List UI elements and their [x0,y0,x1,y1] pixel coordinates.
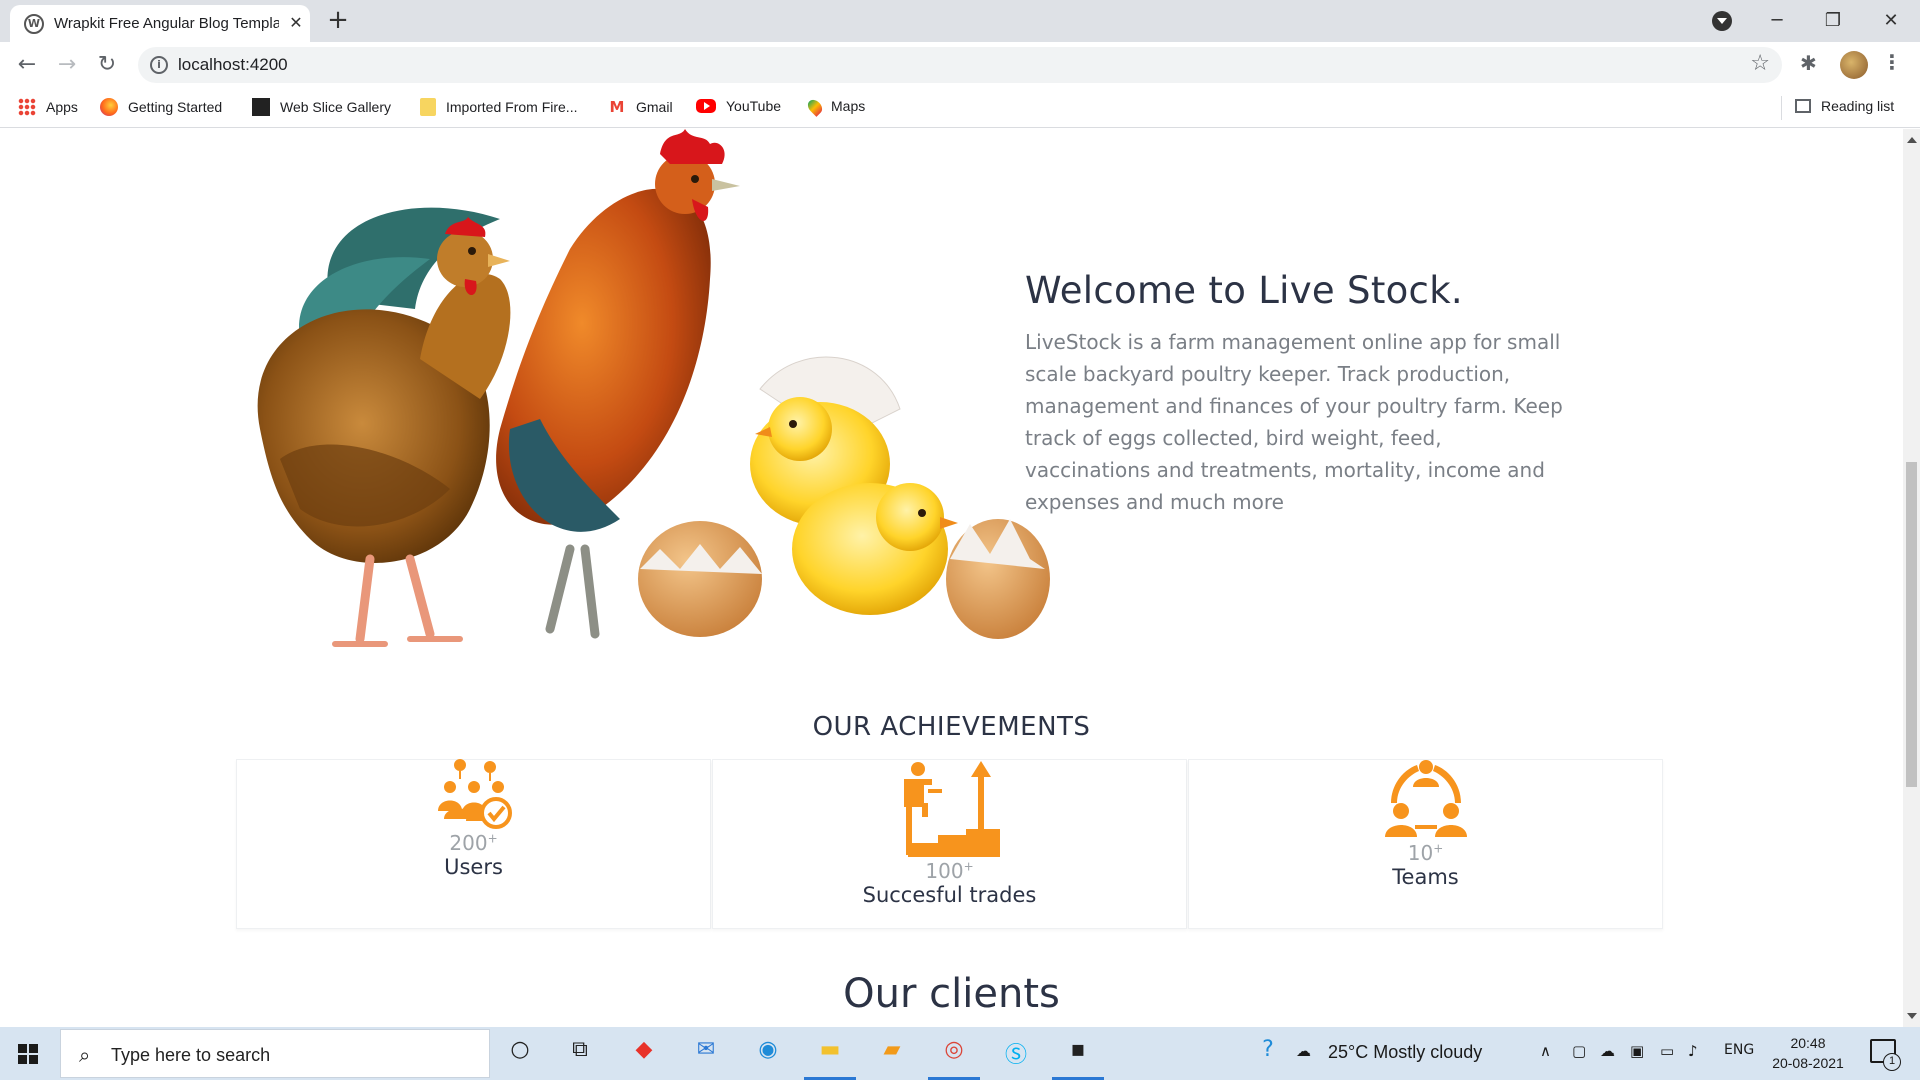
terminal-icon[interactable]: ▪ [1062,1037,1094,1069]
help-icon[interactable]: ? [1252,1037,1284,1069]
app-red-diamond-icon[interactable]: ◆ [628,1037,660,1069]
bookmarks-bar: Apps Getting Started Web Slice Gallery I… [0,88,1920,128]
skype-icon[interactable]: Ⓢ [1000,1037,1032,1069]
clients-heading: Our clients [843,971,1060,1017]
achievement-card-teams: 10+ Teams [1188,759,1663,929]
network-icon[interactable]: ▣ [1630,1042,1644,1060]
onedrive-icon[interactable]: ☁ [1600,1042,1615,1060]
bookmarks-divider [1781,96,1782,120]
taskbar-search-box[interactable]: ⌕ Type here to search [60,1029,490,1078]
page-viewport: Welcome to Live Stock. LiveStock is a fa… [0,129,1903,1027]
hero-description: LiveStock is a farm management online ap… [1025,330,1563,514]
mail-icon[interactable]: ✉ [690,1037,722,1069]
chrome-icon[interactable]: ◎ [938,1037,970,1069]
clock-date: 20-08-2021 [1772,1055,1844,1071]
tray-chevron-icon[interactable]: ∧ [1540,1042,1551,1060]
bookmark-getting-started[interactable]: Getting Started [100,98,222,120]
users-count: 200+ [449,831,498,855]
battery-icon[interactable]: ▭ [1660,1042,1674,1060]
teams-count: 10+ [1407,841,1444,865]
cortana-icon[interactable]: ○ [504,1037,536,1069]
youtube-icon [696,99,716,113]
sublime-text-icon[interactable]: ▰ [876,1037,908,1069]
notification-count: 1 [1883,1053,1901,1071]
edge-icon[interactable]: ◉ [752,1037,784,1069]
steps-growth-icon [903,761,1000,857]
scroll-up-arrow-icon[interactable] [1907,137,1917,143]
close-tab-icon[interactable]: ✕ [286,13,306,33]
new-tab-button[interactable]: + [325,7,351,34]
volume-icon[interactable]: ♪ [1688,1042,1698,1060]
teams-label: Teams [1392,865,1459,889]
folder-icon [420,98,436,116]
profile-avatar[interactable] [1840,51,1868,79]
extensions-puzzle-icon[interactable]: ✱ [1800,51,1817,75]
achievement-card-users: 200+ Users [236,759,711,929]
browser-toolbar: ← → ↻ i localhost:4200 ☆ ✱ ⋮ [0,42,1920,88]
language-indicator[interactable]: ENG [1724,1042,1754,1058]
apps-grid-icon [18,98,36,116]
trades-label: Succesful trades [862,883,1037,907]
forward-button[interactable]: → [52,50,82,80]
browser-menu-icon[interactable]: ⋮ [1882,50,1902,74]
bookmark-gmail[interactable]: M Gmail [608,98,673,120]
weather-text[interactable]: 25°C Mostly cloudy [1328,1042,1482,1063]
hero-title: Welcome to Live Stock. [1025,269,1463,312]
bookmark-imported[interactable]: Imported From Fire... [420,98,577,120]
achievements-row: 200+ Users 100+ Succesful trades 10+ Tea… [236,759,1663,929]
reading-list-icon [1795,99,1811,113]
address-bar[interactable]: i localhost:4200 ☆ [138,47,1782,83]
bookmark-star-icon[interactable]: ☆ [1750,51,1770,76]
users-check-icon [437,759,512,829]
scroll-down-arrow-icon[interactable] [1907,1013,1917,1019]
restore-button[interactable]: ❐ [1818,6,1848,36]
search-placeholder: Type here to search [111,1045,271,1065]
search-icon: ⌕ [79,1043,91,1067]
hero-text-block: Welcome to Live Stock. LiveStock is a fa… [1025,269,1565,518]
bookmark-apps[interactable]: Apps [18,98,78,120]
tab-title: Wrapkit Free Angular Blog Template [54,15,279,32]
gmail-icon: M [609,98,625,116]
close-window-button[interactable]: ✕ [1876,6,1906,36]
achievements-heading: OUR ACHIEVEMENTS [812,712,1091,742]
clock-time: 20:48 [1790,1035,1826,1051]
back-button[interactable]: ← [12,50,42,80]
reading-list-button[interactable]: Reading list [1795,98,1894,114]
minimize-button[interactable]: ─ [1762,6,1792,36]
team-meeting-icon [1384,760,1467,837]
achievement-card-trades: 100+ Succesful trades [712,759,1187,929]
system-clock[interactable]: 20:48 20-08-2021 [1766,1033,1850,1073]
tab-strip: W Wrapkit Free Angular Blog Template ✕ +… [0,0,1920,42]
windows-start-icon[interactable] [18,1044,38,1064]
firefox-icon [100,98,118,116]
wordpress-favicon-icon: W [24,14,44,34]
tray-device-icon[interactable]: ▢ [1572,1042,1586,1060]
reload-button[interactable]: ↻ [92,50,122,80]
users-label: Users [444,855,503,879]
weather-cloud-icon: ☁ [1296,1042,1311,1060]
tab-search-icon[interactable] [1712,11,1732,31]
file-explorer-icon[interactable]: ▬ [814,1037,846,1069]
browser-tab[interactable]: W Wrapkit Free Angular Blog Template ✕ [10,5,310,42]
web-slice-icon [252,98,270,116]
bookmark-web-slice-gallery[interactable]: Web Slice Gallery [252,98,391,120]
maps-pin-icon [805,97,825,117]
task-view-icon[interactable]: ⧉ [564,1037,596,1069]
bookmark-maps[interactable]: Maps [805,97,865,120]
chickens-illustration [257,129,1050,647]
windows-taskbar: ⌕ Type here to search ○ ⧉ ◆ ✉ ◉ ▬ ▰ ◎ Ⓢ … [0,1027,1920,1080]
trades-count: 100+ [925,859,974,883]
site-info-icon[interactable]: i [150,56,168,74]
url-text[interactable]: localhost:4200 [178,55,288,75]
scroll-thumb[interactable] [1906,462,1917,787]
bookmark-youtube[interactable]: YouTube [696,98,781,120]
page-scrollbar[interactable] [1903,129,1920,1027]
